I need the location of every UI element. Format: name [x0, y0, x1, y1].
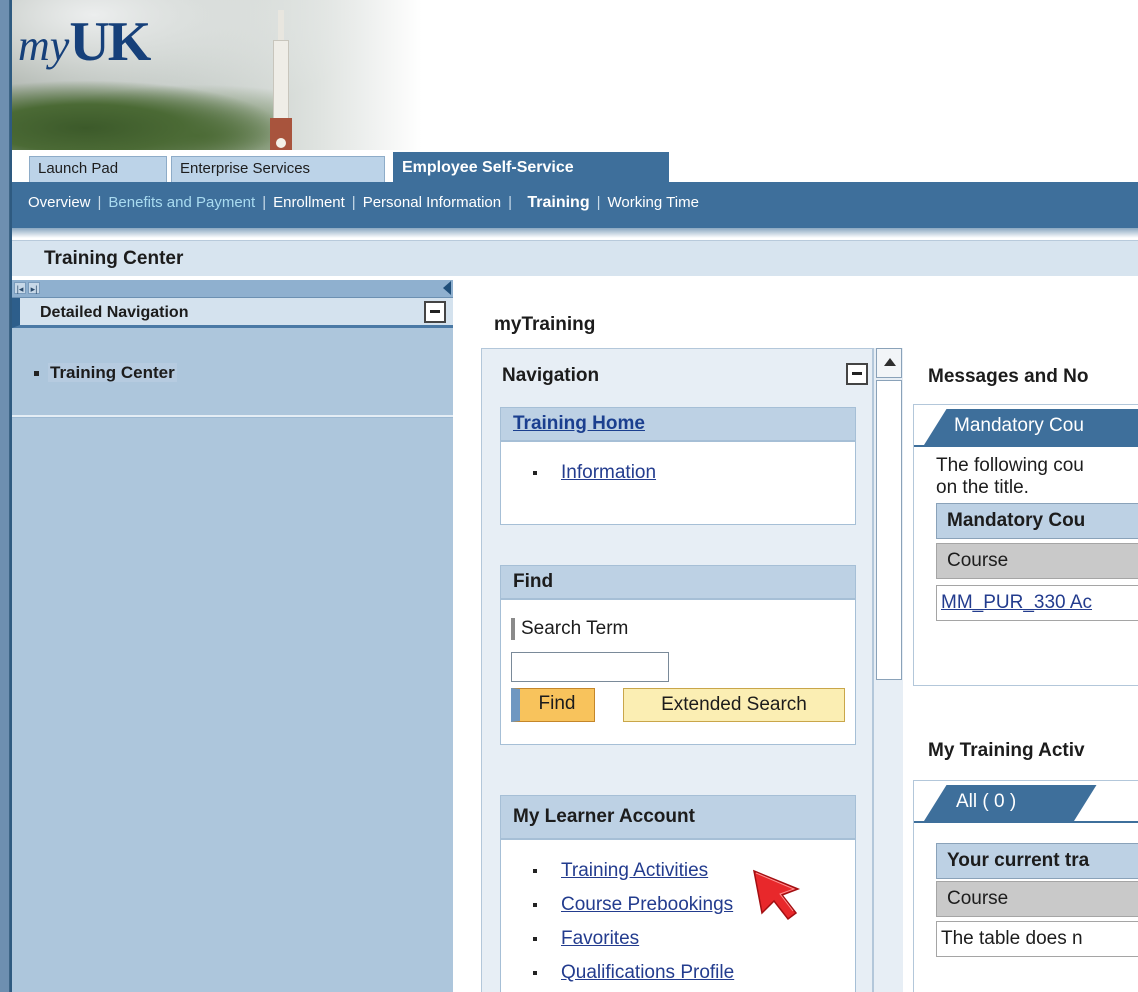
qualifications-profile-label: Qualifications Profile [561, 962, 735, 983]
learner-account-header: My Learner Account [500, 795, 856, 839]
bullet-icon [533, 868, 537, 873]
training-activities-link[interactable]: Training Activities [533, 860, 708, 882]
bullet-icon [533, 902, 537, 907]
page-title: Training Center [44, 248, 184, 269]
bullet-icon [34, 371, 39, 377]
scroll-up-icon[interactable] [876, 348, 902, 378]
next-page-icon[interactable]: ▸| [28, 282, 40, 294]
messages-paragraph-line2: on the title. [936, 477, 1029, 498]
scroll-thumb[interactable] [876, 380, 902, 680]
portal-header: myUK [12, 0, 1138, 150]
bullet-icon [533, 470, 537, 475]
subnav-personal-information[interactable]: Personal Information [363, 194, 501, 211]
activities-title: My Training Activ [928, 740, 1085, 761]
subnav-overview[interactable]: Overview [28, 194, 91, 211]
detailed-navigation-title: Detailed Navigation [40, 304, 189, 321]
first-page-icon[interactable]: |◂ [14, 282, 26, 294]
find-header: Find [500, 565, 856, 599]
subnav-training[interactable]: Training [527, 194, 589, 211]
extended-search-button[interactable]: Extended Search [623, 688, 845, 722]
training-home-body: Information [500, 441, 856, 525]
bullet-icon [533, 936, 537, 941]
panel-divider [12, 415, 453, 418]
nav-item-training-center[interactable]: Training Center [34, 363, 177, 383]
training-home-link[interactable]: Training Home [513, 413, 645, 435]
find-button[interactable]: Find [511, 688, 595, 722]
course-prebookings-link[interactable]: Course Prebookings [533, 894, 733, 916]
activities-panel: All ( 0 ) Your current tra Course The ta… [913, 780, 1138, 992]
messages-paragraph-line1: The following cou [936, 455, 1084, 476]
tab-enterprise-services[interactable]: Enterprise Services [171, 156, 385, 182]
mouse-cursor-icon [753, 869, 801, 921]
empty-table-message: The table does n [936, 921, 1138, 957]
tab-employee-self-service[interactable]: Employee Self-Service [393, 152, 669, 182]
favorites-link[interactable]: Favorites [533, 928, 639, 950]
navigation-title: Navigation [502, 365, 600, 386]
favorites-label: Favorites [561, 928, 640, 949]
information-link[interactable]: Information [533, 462, 656, 484]
trees-graphic [12, 80, 282, 150]
qualifications-profile-link[interactable]: Qualifications Profile [533, 962, 734, 984]
messages-title: Messages and No [928, 366, 1089, 387]
tab-underline [914, 445, 1138, 447]
window-left-edge [0, 0, 10, 992]
top-level-navigation: Launch Pad Enterprise Services Employee … [12, 152, 1138, 182]
current-training-table-title: Your current tra [936, 843, 1138, 879]
subnav-separator: | [351, 194, 356, 211]
activity-course-column-header[interactable]: Course [936, 881, 1138, 917]
bullet-icon [533, 970, 537, 975]
myuk-logo[interactable]: myUK [18, 10, 151, 74]
logo-uk-text: UK [69, 11, 151, 73]
information-link-label: Information [561, 462, 657, 483]
subnav-benefits-and-payment[interactable]: Benefits and Payment [108, 194, 255, 211]
detailed-navigation-panel: |◂ ▸| Detailed Navigation Training Cente… [12, 280, 453, 992]
subnav-separator: | [508, 194, 513, 211]
tab-launch-pad[interactable]: Launch Pad [29, 156, 167, 182]
mandatory-courses-tab[interactable]: Mandatory Cou [954, 415, 1084, 437]
mandatory-table-title: Mandatory Cou [936, 503, 1138, 539]
mandatory-course-link[interactable]: MM_PUR_330 Ac [936, 585, 1138, 621]
logo-my-text: my [18, 21, 70, 70]
find-body: Search Term Find Extended Search [500, 599, 856, 745]
minimize-icon[interactable] [424, 301, 446, 323]
search-term-input[interactable] [511, 652, 669, 682]
collapse-panel-icon[interactable] [443, 281, 451, 295]
clock-tower-graphic [270, 10, 292, 150]
course-prebookings-label: Course Prebookings [561, 894, 734, 915]
tab-underline [914, 821, 1138, 823]
detailed-navigation-bar: Overview | Benefits and Payment | Enrollment… [12, 182, 1138, 228]
mytraining-title: myTraining [494, 314, 596, 335]
find-title: Find [513, 571, 554, 592]
subnav-working-time[interactable]: Working Time [608, 194, 699, 211]
subnav-separator: | [262, 194, 267, 211]
navigation-scrollbar[interactable] [873, 348, 903, 992]
navigation-iview: Navigation Training Home Information Fin… [481, 348, 873, 992]
minimize-icon[interactable] [846, 363, 868, 385]
nav-item-label: Training Center [48, 363, 177, 382]
learner-account-title: My Learner Account [513, 806, 695, 827]
detailed-navigation-header: Detailed Navigation [12, 298, 453, 328]
subnav-shadow [12, 228, 1138, 238]
all-tab[interactable]: All ( 0 ) [956, 791, 1016, 813]
messages-paragraph: The following cou on the title. [936, 455, 1138, 499]
messages-panel: Mandatory Cou The following cou on the t… [913, 404, 1138, 686]
training-activities-label: Training Activities [561, 860, 709, 881]
subnav-separator: | [596, 194, 601, 211]
training-home-header: Training Home [500, 407, 856, 441]
panel-toolbar: |◂ ▸| [12, 280, 453, 298]
subnav-separator: | [97, 194, 102, 211]
subnav-enrollment[interactable]: Enrollment [273, 194, 345, 211]
mandatory-course-column-header[interactable]: Course [936, 543, 1138, 579]
search-term-label: Search Term [511, 618, 628, 640]
page-title-bar: Training Center [12, 240, 1138, 276]
portal-page: myUK Launch Pad Enterprise Services Empl… [0, 0, 1138, 992]
